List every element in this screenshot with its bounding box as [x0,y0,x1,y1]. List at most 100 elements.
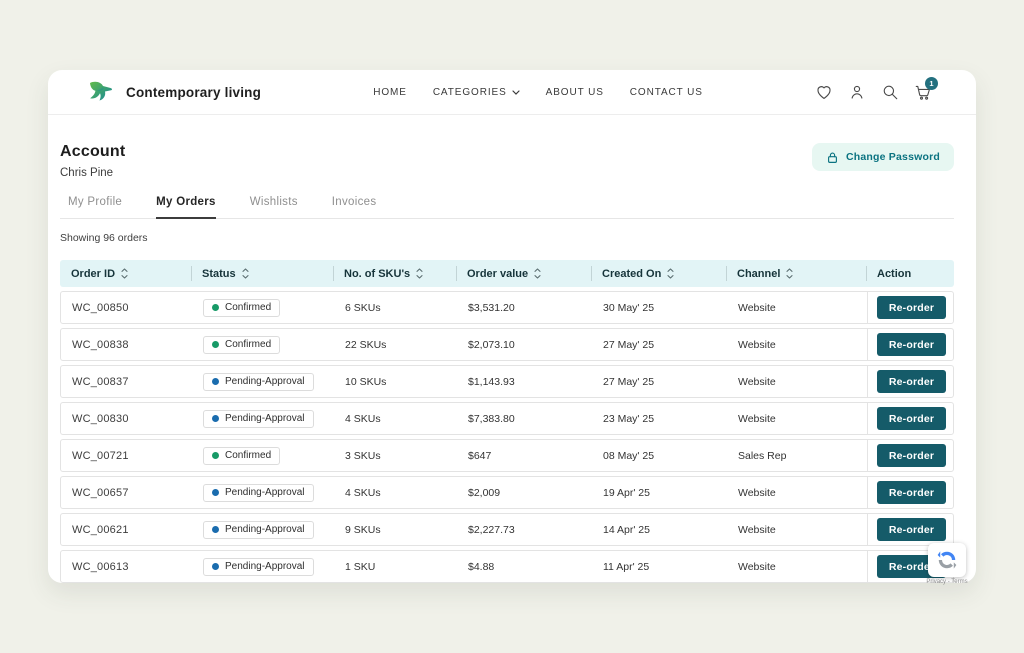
status-dot-icon [212,378,219,385]
status-badge: Confirmed [203,447,280,465]
column-header-status[interactable]: Status [191,260,333,287]
reorder-button[interactable]: Re-order [877,481,946,504]
orders-count-summary: Showing 96 orders [60,232,954,244]
order-id-cell: WC_00850 [61,302,192,314]
recaptcha-privacy-terms[interactable]: Privacy - Terms [926,579,968,585]
channel-cell: Website [727,376,867,388]
nav-categories[interactable]: CATEGORIES [433,87,520,98]
chevron-down-icon [512,90,520,95]
order-value-cell: $2,073.10 [457,339,592,351]
status-label: Pending-Approval [225,413,305,424]
order-id-cell: WC_00837 [61,376,192,388]
action-cell: Re-order [867,403,955,434]
cart-icon[interactable]: 1 [914,83,932,101]
created-on-cell: 23 May' 25 [592,413,727,425]
status-badge: Confirmed [203,336,280,354]
column-label: No. of SKU's [344,268,410,280]
search-icon[interactable] [881,83,899,101]
recaptcha-logo-icon [928,543,966,577]
skus-cell: 3 SKUs [334,450,457,462]
reorder-button[interactable]: Re-order [877,407,946,430]
change-password-button[interactable]: Change Password [812,143,954,171]
column-label: Channel [737,268,780,280]
nav-contact-us[interactable]: CONTACT US [630,87,703,98]
table-row: WC_00837Pending-Approval10 SKUs$1,143.93… [60,365,954,398]
account-section: Account Chris Pine Change Password My Pr… [48,143,976,583]
created-on-cell: 11 Apr' 25 [592,561,727,573]
sort-icon [534,268,541,279]
table-header-row: Order IDStatus No. of SKU's Order value Cre… [60,260,954,287]
column-label: Created On [602,268,661,280]
skus-cell: 10 SKUs [334,376,457,388]
sort-icon [667,268,674,279]
created-on-cell: 30 May' 25 [592,302,727,314]
column-label: Action [877,268,911,280]
status-dot-icon [212,304,219,311]
top-navigation-bar: Contemporary living HOME CATEGORIES ABOU… [48,70,976,115]
wishlist-heart-icon[interactable] [815,83,833,101]
skus-cell: 4 SKUs [334,413,457,425]
account-tabs: My Profile My Orders Wishlists Invoices [60,196,954,219]
sort-icon [786,268,793,279]
status-dot-icon [212,452,219,459]
cart-count-badge: 1 [925,77,938,90]
tab-invoices[interactable]: Invoices [332,196,377,218]
account-user-icon[interactable] [848,83,866,101]
channel-cell: Website [727,339,867,351]
tab-my-profile[interactable]: My Profile [68,196,122,218]
tab-wishlists[interactable]: Wishlists [250,196,298,218]
status-cell: Pending-Approval [192,410,334,428]
action-cell: Re-order [867,477,955,508]
status-dot-icon [212,526,219,533]
status-cell: Pending-Approval [192,373,334,391]
reorder-button[interactable]: Re-order [877,296,946,319]
column-header-no-of-sku-s[interactable]: No. of SKU's [333,260,456,287]
nav-about-us[interactable]: ABOUT US [546,87,604,98]
skus-cell: 22 SKUs [334,339,457,351]
status-badge: Confirmed [203,299,280,317]
order-id-cell: WC_00721 [61,450,192,462]
table-row: WC_00621Pending-Approval9 SKUs$2,227.731… [60,513,954,546]
column-header-created-on[interactable]: Created On [591,260,726,287]
status-badge: Pending-Approval [203,558,314,576]
order-value-cell: $7,383.80 [457,413,592,425]
recaptcha-badge[interactable]: Privacy - Terms [926,543,968,585]
status-cell: Pending-Approval [192,521,334,539]
channel-cell: Sales Rep [727,450,867,462]
skus-cell: 6 SKUs [334,302,457,314]
skus-cell: 4 SKUs [334,487,457,499]
tab-my-orders[interactable]: My Orders [156,196,216,219]
column-header-channel[interactable]: Channel [726,260,866,287]
status-label: Confirmed [225,450,271,461]
reorder-button[interactable]: Re-order [877,518,946,541]
reorder-button[interactable]: Re-order [877,444,946,467]
table-row: WC_00657Pending-Approval4 SKUs$2,00919 A… [60,476,954,509]
brand[interactable]: Contemporary living [88,80,261,104]
orders-table: Order IDStatus No. of SKU's Order value Cre… [60,260,954,583]
hummingbird-logo-icon [88,80,114,104]
status-badge: Pending-Approval [203,410,314,428]
status-cell: Confirmed [192,336,334,354]
action-cell: Re-order [867,366,955,397]
channel-cell: Website [727,561,867,573]
status-dot-icon [212,415,219,422]
status-cell: Pending-Approval [192,558,334,576]
column-header-order-id[interactable]: Order ID [60,260,191,287]
reorder-button[interactable]: Re-order [877,333,946,356]
order-id-cell: WC_00657 [61,487,192,499]
table-row: WC_00830Pending-Approval4 SKUs$7,383.802… [60,402,954,435]
created-on-cell: 19 Apr' 25 [592,487,727,499]
action-cell: Re-order [867,329,955,360]
status-label: Pending-Approval [225,376,305,387]
reorder-button[interactable]: Re-order [877,370,946,393]
action-cell: Re-order [867,292,955,323]
lock-icon [826,151,839,164]
main-nav: HOME CATEGORIES ABOUT US CONTACT US [373,87,703,98]
nav-home[interactable]: HOME [373,87,407,98]
table-row: WC_00850Confirmed6 SKUs$3,531.2030 May' … [60,291,954,324]
sort-icon [416,268,423,279]
column-header-order-value[interactable]: Order value [456,260,591,287]
user-name: Chris Pine [60,167,125,180]
created-on-cell: 27 May' 25 [592,376,727,388]
channel-cell: Website [727,524,867,536]
